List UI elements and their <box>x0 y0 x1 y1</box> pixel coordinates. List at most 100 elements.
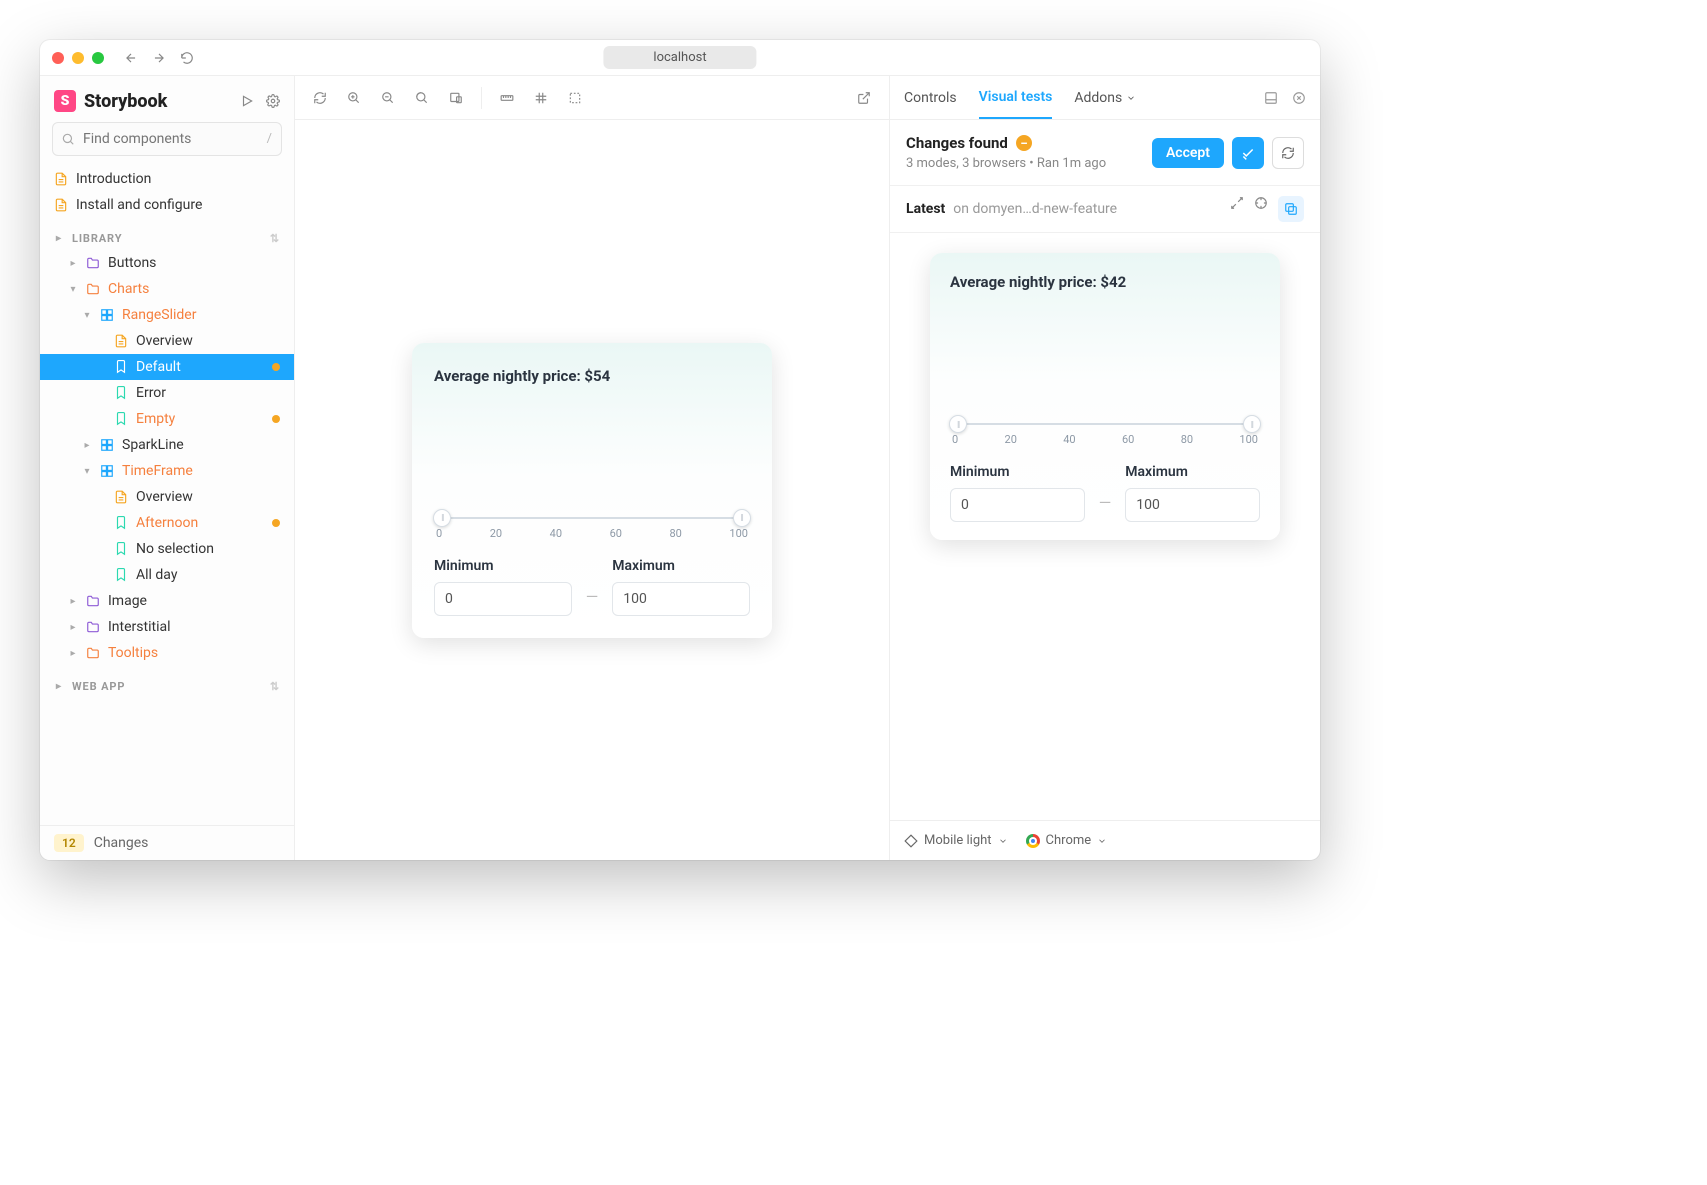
tree-story[interactable]: Afternoon <box>40 510 294 536</box>
diff-overlay-icon[interactable] <box>1278 196 1304 222</box>
close-window-icon[interactable] <box>52 52 64 64</box>
tree-section-header[interactable]: LIBRARY⇅ <box>40 218 294 250</box>
latest-label: Latest <box>906 201 945 217</box>
grid-button[interactable] <box>526 83 556 113</box>
slider-track[interactable]: || || <box>436 517 748 519</box>
chrome-icon <box>1026 834 1040 848</box>
range-dash: — <box>586 587 599 606</box>
folder-icon <box>86 620 100 634</box>
accept-button[interactable]: Accept <box>1152 138 1224 168</box>
story-icon <box>114 386 128 400</box>
close-panel-icon[interactable] <box>1292 91 1306 105</box>
tree-component[interactable]: SparkLine <box>40 432 294 458</box>
changes-label: Changes <box>94 835 149 851</box>
search-wrapper: / <box>52 122 282 156</box>
histogram-diff <box>950 309 1260 419</box>
swap-icon[interactable] <box>1230 196 1244 222</box>
tree-component[interactable]: TimeFrame <box>40 458 294 484</box>
slider-handle-max[interactable]: || <box>733 509 751 527</box>
play-button[interactable] <box>240 94 254 108</box>
slider-handle-min[interactable]: || <box>433 509 451 527</box>
tab-visual-tests[interactable]: Visual tests <box>979 77 1053 119</box>
min-input[interactable] <box>434 582 572 616</box>
range-dash: — <box>1099 493 1112 512</box>
measure-button[interactable] <box>492 83 522 113</box>
slider-track[interactable]: || || <box>952 423 1258 425</box>
minimize-window-icon[interactable] <box>72 52 84 64</box>
panel-bottom-icon[interactable] <box>1264 91 1278 105</box>
tree-story[interactable]: Default <box>40 354 294 380</box>
canvas-toolbar <box>295 76 889 120</box>
browser-nav <box>124 51 194 65</box>
viewport-button[interactable] <box>441 83 471 113</box>
forward-button[interactable] <box>152 51 166 65</box>
tree-component[interactable]: RangeSlider <box>40 302 294 328</box>
maximize-window-icon[interactable] <box>92 52 104 64</box>
max-input[interactable] <box>1125 488 1260 522</box>
status-dot <box>272 415 280 423</box>
tree-folder[interactable]: Charts <box>40 276 294 302</box>
changes-subtitle: 3 modes, 3 browsers • Ran 1m ago <box>906 156 1106 171</box>
zoom-out-button[interactable] <box>373 83 403 113</box>
max-input[interactable] <box>612 582 750 616</box>
story-icon <box>114 542 128 556</box>
tree-story[interactable]: Error <box>40 380 294 406</box>
min-label: Minimum <box>950 464 1085 480</box>
zoom-reset-button[interactable] <box>407 83 437 113</box>
axis-ticks: 020406080100 <box>950 433 1260 446</box>
titlebar: localhost <box>40 40 1320 76</box>
search-input[interactable] <box>52 122 282 156</box>
mode-selector[interactable]: Mobile light <box>904 833 1008 848</box>
tree-story[interactable]: All day <box>40 562 294 588</box>
status-dot <box>272 363 280 371</box>
folder-icon <box>86 594 100 608</box>
batch-accept-button[interactable] <box>1232 137 1264 169</box>
canvas-column: Average nightly price: $54 || || 0204060… <box>295 76 890 860</box>
zoom-in-button[interactable] <box>339 83 369 113</box>
component-icon <box>100 438 114 452</box>
reload-button[interactable] <box>180 51 194 65</box>
tree-doc[interactable]: Introduction <box>40 166 294 192</box>
changes-found-title: Changes found <box>906 134 1008 152</box>
tree-story[interactable]: No selection <box>40 536 294 562</box>
doc-icon <box>54 172 68 186</box>
slider-handle-min[interactable]: || <box>949 415 967 433</box>
settings-icon[interactable] <box>266 94 280 108</box>
tree-folder[interactable]: Interstitial <box>40 614 294 640</box>
tab-addons[interactable]: Addons <box>1074 78 1136 118</box>
branch-info: on domyen…d-new-feature <box>953 201 1117 217</box>
back-button[interactable] <box>124 51 138 65</box>
story-icon <box>114 516 128 530</box>
rerun-button[interactable] <box>305 83 335 113</box>
range-slider-card-diff: Average nightly price: $42 || || 0204060… <box>930 253 1280 540</box>
rerun-tests-button[interactable] <box>1272 137 1304 169</box>
tree-section-header[interactable]: WEB APP⇅ <box>40 666 294 698</box>
tree-doc[interactable]: Install and configure <box>40 192 294 218</box>
tree-doc[interactable]: Overview <box>40 484 294 510</box>
open-in-new-button[interactable] <box>849 83 879 113</box>
browser-selector[interactable]: Chrome <box>1026 833 1108 848</box>
chevron-down-icon <box>1097 836 1107 846</box>
tree-folder[interactable]: Buttons <box>40 250 294 276</box>
card-title: Average nightly price: $42 <box>950 273 1260 291</box>
search-icon <box>61 132 75 146</box>
focus-icon[interactable] <box>1254 196 1268 222</box>
component-icon <box>100 308 114 322</box>
outline-button[interactable] <box>560 83 590 113</box>
tree-folder[interactable]: Tooltips <box>40 640 294 666</box>
tab-controls[interactable]: Controls <box>904 78 957 118</box>
changes-count-badge: 12 <box>54 834 84 852</box>
changes-status-icon: – <box>1016 135 1032 151</box>
brand-name: Storybook <box>84 91 167 112</box>
tree-doc[interactable]: Overview <box>40 328 294 354</box>
sidebar-footer[interactable]: 12 Changes <box>40 825 294 860</box>
storybook-logo[interactable]: Storybook <box>54 90 167 112</box>
doc-icon <box>54 198 68 212</box>
url-bar[interactable]: localhost <box>603 46 756 69</box>
diamond-icon <box>904 834 918 848</box>
tree-folder[interactable]: Image <box>40 588 294 614</box>
window-controls <box>52 52 104 64</box>
slider-handle-max[interactable]: || <box>1243 415 1261 433</box>
tree-story[interactable]: Empty <box>40 406 294 432</box>
min-input[interactable] <box>950 488 1085 522</box>
